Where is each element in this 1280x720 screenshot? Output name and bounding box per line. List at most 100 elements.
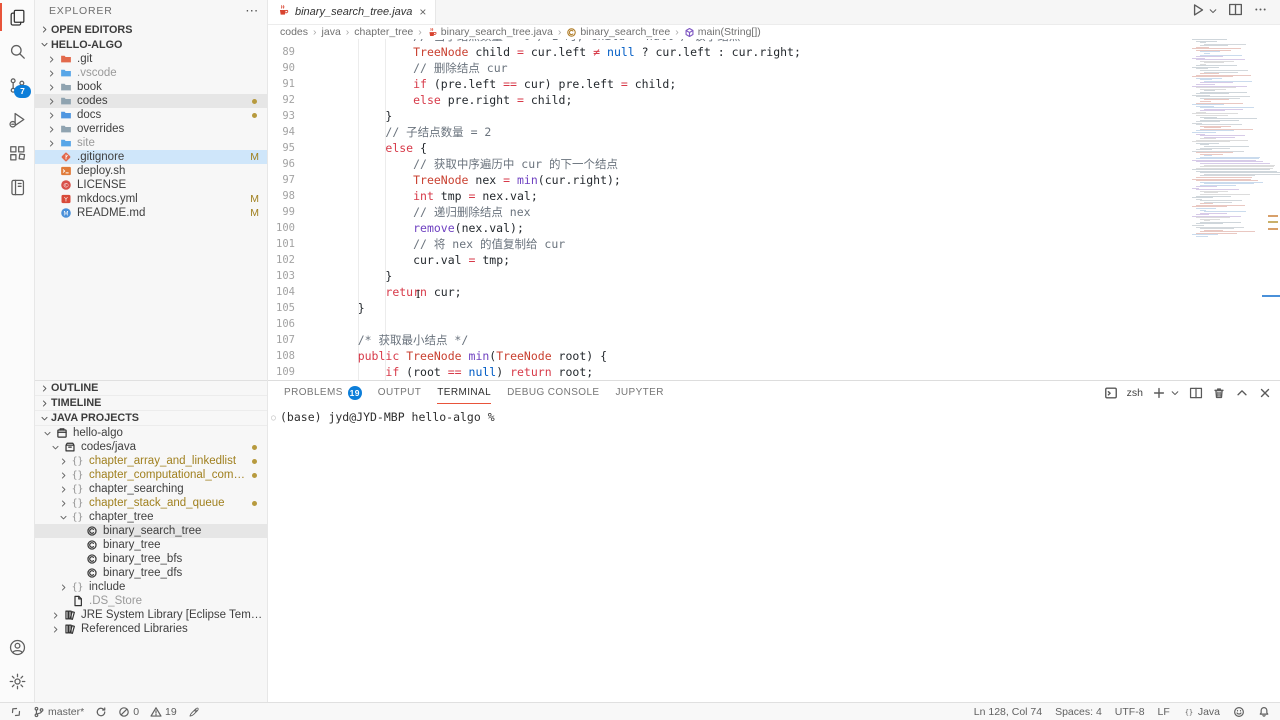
panel-tab-problems[interactable]: PROBLEMS19 [284,381,362,404]
code-line-96[interactable]: 96 // 获取中序遍历中 cur 的下一个结点 [268,156,1170,172]
breadcrumb-item[interactable]: main(String[]) [684,26,761,38]
panel-tab-output[interactable]: OUTPUT [378,381,422,404]
status-git-branch[interactable]: master* [33,706,84,718]
status-encoding[interactable]: UTF-8 [1115,706,1145,718]
run-button[interactable] [1190,2,1205,22]
activity-run-and-debug[interactable] [0,102,34,136]
activity-source-control[interactable]: 7 [0,68,34,102]
status-warnings[interactable]: 19 [150,706,177,718]
breadcrumb-item[interactable]: java [322,26,341,38]
status-indentation[interactable]: Spaces: 4 [1055,706,1102,718]
tree-item-binary_search_tree[interactable]: binary_search_tree [35,524,267,538]
tree-item-.git[interactable]: .git [35,52,267,66]
tree-item-deploy.sh[interactable]: deploy.sh [35,164,267,178]
code-line-106[interactable]: 106 [268,316,1170,332]
breadcrumb-item[interactable]: binary_search_tree.java [427,26,553,38]
tree-item-license[interactable]: ©LICENSE [35,178,267,192]
tree-item-docs[interactable]: docs [35,108,267,122]
activity-settings[interactable] [0,664,34,698]
tree-item-chapter_tree[interactable]: {}chapter_tree [35,510,267,524]
open-editors-section[interactable]: OPEN EDITORS [35,22,267,37]
tree-item-overrides[interactable]: overrides [35,122,267,136]
tree-item-chapter_computational_complexity[interactable]: {}chapter_computational_complexity [35,468,267,482]
tab-close-icon[interactable]: × [419,5,426,19]
new-terminal-button[interactable] [1152,386,1166,400]
tree-item-mkdocs.yml[interactable]: Ymkdocs.ymlM [35,192,267,206]
tree-item-hello-algo[interactable]: hello-algo [35,426,267,440]
breadcrumb-item[interactable]: chapter_tree [354,26,413,38]
terminal[interactable]: ○ (base) jyd@JYD-MBP hello-algo % [268,404,1280,702]
code-line-109[interactable]: 109 if (root == null) return root; [268,364,1170,380]
code-line-101[interactable]: 101 // 将 nex 的值复制给 cur [268,236,1170,252]
activity-notebook[interactable] [0,170,34,204]
status-cursor-position[interactable]: Ln 128, Col 74 [974,706,1042,718]
code-line-102[interactable]: 102 cur.val = tmp; [268,252,1170,268]
split-editor-button[interactable] [1228,2,1243,22]
tree-item-site[interactable]: site [35,136,267,150]
tree-item-binary_tree_dfs[interactable]: binary_tree_dfs [35,566,267,580]
more-actions-button[interactable] [1253,2,1268,22]
tree-item-referenced-libraries[interactable]: Referenced Libraries [35,622,267,636]
tree-item-chapter_searching[interactable]: {}chapter_searching [35,482,267,496]
tree-item-include[interactable]: {}include [35,580,267,594]
status-language-mode[interactable]: {}Java [1183,706,1220,718]
code-line-93[interactable]: 93 } [268,108,1170,124]
tree-item-codes-java[interactable]: codes/java [35,440,267,454]
breadcrumb-item[interactable]: codes [280,26,308,38]
split-terminal-button[interactable] [1189,386,1203,400]
panel-tab-debug-console[interactable]: DEBUG CONSOLE [507,381,599,404]
activity-account[interactable] [0,630,34,664]
code-line-103[interactable]: 103 } [268,268,1170,284]
status-eol[interactable]: LF [1158,706,1170,718]
status-sync[interactable] [95,706,107,718]
tree-item-chapter_stack_and_queue[interactable]: {}chapter_stack_and_queue [35,496,267,510]
timeline-section[interactable]: TIMELINE [35,396,267,411]
tree-item-binary_tree_bfs[interactable]: binary_tree_bfs [35,552,267,566]
status-java-lightweight-mode[interactable] [188,706,200,718]
tree-item-codes[interactable]: codes [35,94,267,108]
java-projects-section[interactable]: JAVA PROJECTS [35,411,267,426]
code-line-107[interactable]: 107 /* 获取最小结点 */ [268,332,1170,348]
code-line-90[interactable]: 90 // 删除结点 cur [268,60,1170,76]
code-line-91[interactable]: 91 if (pre.left == cur) pre.left = child… [268,76,1170,92]
tree-item-binary_tree[interactable]: binary_tree [35,538,267,552]
close-panel-button[interactable] [1258,386,1272,400]
tree-item-jre-system-library-eclipse-temurin-17-17...[interactable]: JRE System Library [Eclipse Temurin 17 [… [35,608,267,622]
tab-binary-search-tree[interactable]: binary_search_tree.java × [268,0,436,24]
code-line-97[interactable]: 97 TreeNode nex = min(cur.right); [268,172,1170,188]
code-line-89[interactable]: 89 TreeNode child = cur.left ≠ null ? cu… [268,44,1170,60]
maximize-panel-button[interactable] [1235,386,1249,400]
tree-item-.gitignore[interactable]: .gitignoreM [35,150,267,164]
activity-explorer[interactable] [0,0,34,34]
activity-search[interactable] [0,34,34,68]
code-line-95[interactable]: 95 else { [268,140,1170,156]
tree-item-book[interactable]: book [35,80,267,94]
code-line-92[interactable]: 92 else pre.right = child; [268,92,1170,108]
status-errors[interactable]: 0 [118,706,139,718]
minimap[interactable] [1190,39,1280,244]
shell-label[interactable]: zsh [1127,387,1143,399]
views-and-more-actions-icon[interactable]: ⋯ [245,3,259,19]
code-line-94[interactable]: 94 // 子结点数量 = 2 [268,124,1170,140]
breadcrumb-item[interactable]: binary_search_tree [566,26,670,38]
tree-item-chapter_array_and_linkedlist[interactable]: {}chapter_array_and_linkedlist [35,454,267,468]
tree-item-readme.md[interactable]: MREADME.mdM [35,206,267,220]
status-feedback[interactable] [1233,706,1245,718]
tree-item-.ds_store[interactable]: .DS_Store [35,594,267,608]
code-line-104[interactable]: 104 return cur; [268,284,1170,300]
code-line-100[interactable]: 100 remove(nex.val); [268,220,1170,236]
status-remote[interactable] [10,706,22,718]
code-line-99[interactable]: 99 // 递归删除结点 nex [268,204,1170,220]
kill-terminal-button[interactable] [1212,386,1226,400]
activity-extensions[interactable] [0,136,34,170]
root-folder-section[interactable]: HELLO-ALGO [35,37,267,52]
outline-section[interactable]: OUTLINE [35,381,267,396]
terminal-dropdown[interactable] [1170,388,1180,398]
panel-tab-jupyter[interactable]: JUPYTER [616,381,664,404]
run-dropdown[interactable] [1208,3,1218,21]
panel-tab-terminal[interactable]: TERMINAL [437,381,491,404]
code-editor[interactable]: 88 // 当子结点数量 = 0 / 1 时, child = null / 该… [268,39,1280,380]
code-line-105[interactable]: 105 } [268,300,1170,316]
code-line-108[interactable]: 108 public TreeNode min(TreeNode root) { [268,348,1170,364]
code-line-98[interactable]: 98 int tmp = nex.val; [268,188,1170,204]
